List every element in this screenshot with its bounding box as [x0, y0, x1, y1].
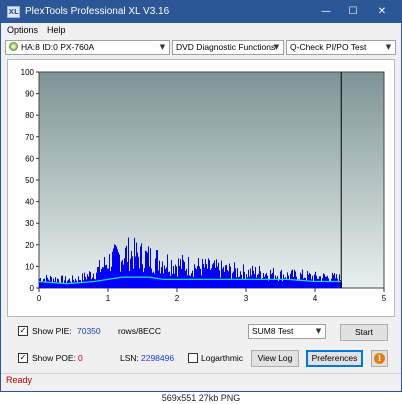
test-select-value: Q-Check PI/PO Test: [290, 42, 367, 52]
pie-unit: rows/8ECC: [118, 326, 161, 336]
y-tick-label: 50: [25, 176, 34, 185]
status-bar: Ready: [1, 373, 401, 387]
show-pie-label: Show PIE:: [32, 326, 72, 336]
y-tick-label: 10: [25, 262, 34, 271]
pie-value: 70350: [77, 326, 101, 336]
x-tick-label: 4: [313, 294, 318, 303]
view-log-button[interactable]: View Log: [251, 350, 299, 367]
y-tick-label: 40: [25, 198, 34, 207]
preferences-button[interactable]: Preferences: [306, 350, 363, 367]
show-pie-checkbox[interactable]: ✓: [18, 326, 28, 336]
title-bar: XL PlexTools Professional XL V3.16 — ☐ ✕: [1, 1, 401, 23]
y-tick-label: 20: [25, 241, 34, 250]
chevron-down-icon: ▼: [385, 43, 392, 51]
y-tick-label: 70: [25, 133, 34, 142]
window-title: PlexTools Professional XL V3.16: [25, 6, 170, 17]
x-tick-label: 2: [175, 294, 180, 303]
menu-help[interactable]: Help: [47, 25, 66, 35]
x-tick-label: 3: [244, 294, 249, 303]
plot-area: [38, 71, 385, 289]
pi-po-chart: 0 10 20 30 40 50 60 70 80 90 100 0 1 2 3 4 5: [21, 68, 387, 303]
chevron-down-icon: ▼: [159, 43, 166, 51]
maximize-button[interactable]: ☐: [344, 4, 362, 20]
chevron-down-icon: ▼: [315, 327, 322, 335]
mode-select-value: SUM8 Test: [252, 326, 294, 336]
app-window: XL PlexTools Professional XL V3.16 — ☐ ✕…: [0, 0, 402, 392]
logarithmic-label: Logarthmic: [201, 353, 244, 363]
close-button[interactable]: ✕: [373, 4, 391, 20]
lsn-value: 2298496: [141, 353, 175, 363]
image-caption: 569x551 27kb PNG: [0, 392, 402, 404]
y-tick-label: 90: [25, 90, 34, 99]
show-poe-checkbox[interactable]: ✓: [18, 353, 28, 363]
info-icon: i: [374, 353, 385, 364]
mode-select[interactable]: SUM8 Test ▼: [248, 324, 326, 339]
y-tick-label: 80: [25, 111, 34, 120]
x-tick-label: 0: [37, 294, 42, 303]
y-tick-label: 30: [25, 219, 34, 228]
menu-options[interactable]: Options: [7, 25, 38, 35]
show-poe-label: Show POE:: [32, 353, 76, 363]
x-tick-label: 1: [106, 294, 111, 303]
lsn-label: LSN:: [120, 353, 139, 363]
function-select[interactable]: DVD Diagnostic Functions ▼: [172, 40, 284, 55]
logarithmic-checkbox[interactable]: [188, 353, 198, 363]
minimize-button[interactable]: —: [317, 4, 335, 20]
y-tick-label: 100: [21, 68, 35, 77]
app-icon: XL: [7, 6, 20, 18]
drive-select-value: HA:8 ID:0 PX-760A: [21, 42, 95, 52]
menu-bar: Options Help: [1, 23, 401, 38]
start-button[interactable]: Start: [340, 324, 388, 341]
x-tick-label: 5: [382, 294, 387, 303]
chart-panel: 0 10 20 30 40 50 60 70 80 90 100 0 1 2 3 4 5: [7, 59, 395, 317]
y-tick-label: 0: [30, 284, 35, 293]
chevron-down-icon: ▼: [273, 43, 280, 51]
status-text: Ready: [6, 375, 33, 385]
info-button[interactable]: i: [371, 350, 388, 367]
disc-drive-icon: [9, 42, 18, 51]
drive-select[interactable]: HA:8 ID:0 PX-760A ▼: [5, 40, 170, 55]
function-select-value: DVD Diagnostic Functions: [176, 42, 276, 52]
y-tick-label: 60: [25, 154, 34, 163]
toolbar: HA:8 ID:0 PX-760A ▼ DVD Diagnostic Funct…: [1, 39, 401, 57]
poe-value: 0: [78, 353, 83, 363]
test-select[interactable]: Q-Check PI/PO Test ▼: [286, 40, 396, 55]
